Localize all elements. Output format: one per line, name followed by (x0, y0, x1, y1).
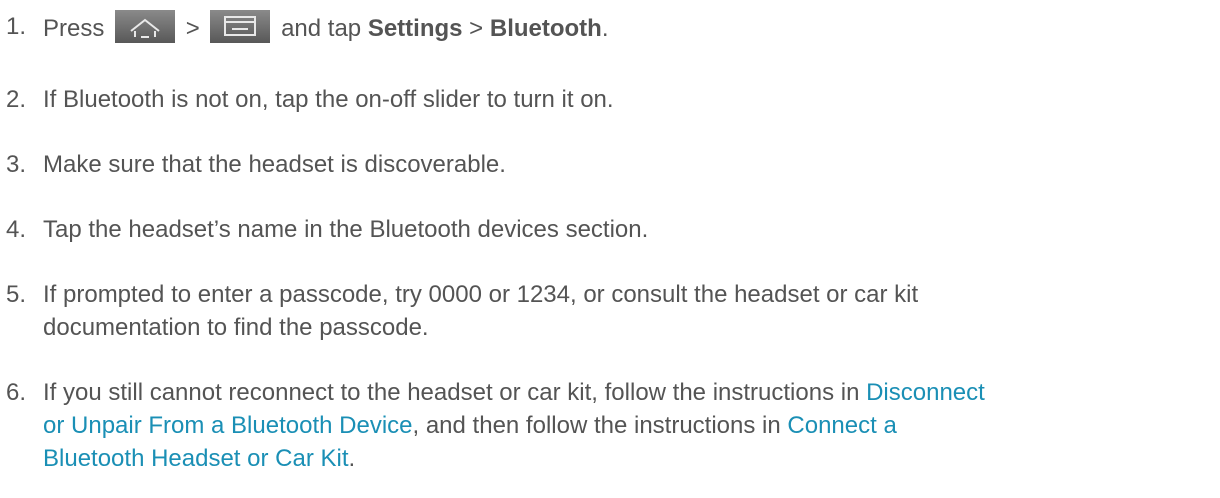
step-1-period: . (601, 15, 609, 42)
connect-link-part-2[interactable]: Bluetooth Headset or Car Kit (43, 445, 349, 472)
menu-key-icon (210, 10, 271, 43)
bluetooth-label: Bluetooth (489, 15, 602, 42)
step-text: If you still cannot reconnect to the hea… (43, 376, 1213, 475)
step-number: 5. (6, 281, 27, 308)
and-tap-text: and tap (281, 15, 362, 42)
step-text: If prompted to enter a passcode, try 000… (43, 278, 1213, 344)
separator-1: > (185, 15, 200, 42)
step-text: Tap the headset’s name in the Bluetooth … (43, 216, 649, 243)
step-text: Make sure that the headset is discoverab… (43, 151, 506, 178)
step-number: 4. (6, 216, 27, 243)
separator-2: > (469, 15, 484, 42)
step-6-text-2: , and then follow the instructions in (412, 412, 781, 439)
step-6-period: . (348, 445, 356, 472)
step-number: 6. (6, 379, 27, 406)
step-number: 1. (6, 13, 27, 40)
step-number: 2. (6, 86, 27, 113)
step-5-line-2: documentation to find the passcode. (43, 314, 429, 341)
step-text: If Bluetooth is not on, tap the on-off s… (43, 86, 614, 113)
step-text: Press > and tap Settings > Bluetooth. (43, 10, 1213, 45)
press-text: Press (43, 15, 105, 42)
disconnect-link-part-2[interactable]: or Unpair From a Bluetooth Device (43, 412, 413, 439)
settings-label: Settings (367, 15, 463, 42)
disconnect-link-part-1[interactable]: Disconnect (866, 379, 985, 406)
step-number: 3. (6, 151, 27, 178)
connect-link-part-1[interactable]: Connect a (787, 412, 896, 439)
step-6-text-1: If you still cannot reconnect to the hea… (43, 379, 860, 406)
step-5-line-1: If prompted to enter a passcode, try 000… (43, 281, 919, 308)
home-key-icon (115, 10, 176, 43)
